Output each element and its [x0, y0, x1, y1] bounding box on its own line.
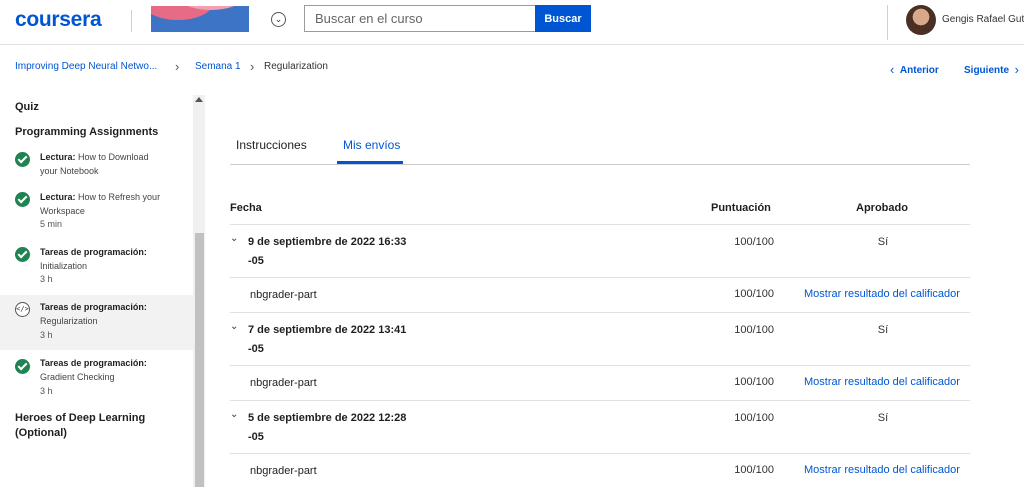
part-score: 100/100	[734, 464, 774, 476]
breadcrumb-current: Regularization	[264, 61, 328, 72]
table-divider	[230, 312, 970, 313]
sidebar-item-label: Lectura: How to Download your Notebook	[40, 152, 149, 176]
submission-score: 100/100	[734, 324, 774, 336]
submission-date[interactable]: 9 de septiembre de 2022 16:33 -05	[248, 233, 428, 271]
part-score: 100/100	[734, 288, 774, 300]
tab-instructions[interactable]: Instrucciones	[236, 138, 307, 152]
sidebar-scrollbar-thumb[interactable]	[195, 233, 204, 487]
sidebar-item-duration: 3 h	[40, 330, 53, 340]
column-header-passed: Aprobado	[856, 202, 908, 214]
part-name: nbgrader-part	[250, 289, 317, 301]
previous-label: Anterior	[899, 65, 939, 76]
check-circle-icon	[15, 247, 30, 262]
submission-score: 100/100	[734, 412, 774, 424]
part-name: nbgrader-part	[250, 377, 317, 389]
chevron-right-icon: ›	[250, 59, 255, 74]
chevron-right-icon: ›	[1014, 62, 1019, 77]
sidebar-item-duration: 5 min	[40, 219, 63, 229]
check-circle-icon	[15, 192, 30, 207]
check-circle-icon	[15, 152, 30, 167]
part-name: nbgrader-part	[250, 465, 317, 477]
chevron-down-icon[interactable]: ⌄	[271, 12, 286, 27]
sidebar-item-label: Tareas de programación: Regularization	[40, 302, 147, 326]
next-label: Siguiente	[964, 65, 1010, 76]
table-divider	[230, 453, 970, 454]
breadcrumb-course-link[interactable]: Improving Deep Neural Netwo...	[15, 61, 157, 72]
previous-item-link[interactable]: ‹ Anterior	[890, 61, 939, 77]
column-header-date: Fecha	[230, 202, 262, 214]
sidebar-item-label: Lectura: How to Refresh your Workspace	[40, 192, 161, 216]
sidebar-item-duration: 3 h	[40, 386, 53, 396]
check-circle-icon	[15, 359, 30, 374]
part-score: 100/100	[734, 376, 774, 388]
chevron-right-icon: ›	[175, 59, 180, 74]
top-header: coursera ⌄ Buscar Gengis Rafael Guti	[0, 0, 1024, 45]
sidebar-section-heroes[interactable]: Heroes of Deep Learning (Optional)	[15, 411, 145, 441]
sidebar-section-quiz[interactable]: Quiz	[15, 100, 39, 115]
show-grader-output-link[interactable]: Mostrar resultado del calificador	[804, 464, 960, 476]
chevron-down-icon[interactable]: ⌄	[230, 321, 238, 332]
submission-date[interactable]: 5 de septiembre de 2022 12:28 -05	[248, 409, 428, 447]
chevron-down-icon[interactable]: ⌄	[230, 233, 238, 244]
chevron-left-icon: ‹	[890, 62, 895, 77]
user-name[interactable]: Gengis Rafael Guti	[942, 14, 1024, 25]
show-grader-output-link[interactable]: Mostrar resultado del calificador	[804, 288, 960, 300]
logo-divider	[131, 10, 132, 32]
sidebar-item-label: Tareas de programación: Gradient Checking	[40, 358, 147, 382]
column-header-score: Puntuación	[711, 202, 771, 214]
submission-passed: Sí	[877, 324, 889, 336]
sidebar-item-refresh-workspace[interactable]: Lectura: How to Refresh your Workspace 5 …	[0, 187, 193, 239]
sidebar-item-regularization[interactable]: </> Tareas de programación: Regularizatio…	[0, 295, 193, 350]
submission-passed: Sí	[877, 236, 889, 248]
sidebar-section-programming[interactable]: Programming Assignments	[15, 125, 158, 140]
sidebar-item-initialization[interactable]: Tareas de programación: Initialization 3 …	[0, 241, 193, 293]
table-divider	[230, 400, 970, 401]
show-grader-output-link[interactable]: Mostrar resultado del calificador	[804, 376, 960, 388]
sidebar-item-download-notebook[interactable]: Lectura: How to Download your Notebook	[0, 147, 193, 187]
tab-my-submissions[interactable]: Mis envíos	[343, 138, 400, 152]
header-divider	[887, 5, 888, 40]
submission-passed: Sí	[877, 412, 889, 424]
next-item-link[interactable]: Siguiente ›	[964, 61, 1019, 77]
course-sidebar: Quiz Programming Assignments Lectura: Ho…	[0, 95, 205, 487]
coursera-logo[interactable]: coursera	[15, 8, 102, 32]
code-icon: </>	[15, 302, 30, 317]
table-divider	[230, 365, 970, 366]
submission-score: 100/100	[734, 236, 774, 248]
chevron-down-icon[interactable]: ⌄	[230, 409, 238, 420]
search-button[interactable]: Buscar	[535, 5, 591, 32]
table-divider	[230, 277, 970, 278]
tab-bar: Instrucciones Mis envíos	[230, 128, 970, 165]
table-divider	[230, 224, 970, 225]
breadcrumb-week-link[interactable]: Semana 1	[195, 61, 241, 72]
avatar[interactable]	[906, 5, 936, 35]
active-tab-indicator	[337, 161, 403, 164]
sidebar-item-duration: 3 h	[40, 274, 53, 284]
search-input[interactable]	[304, 5, 535, 32]
sidebar-item-gradient-checking[interactable]: Tareas de programación: Gradient Checking…	[0, 352, 193, 404]
course-brand-image[interactable]	[151, 6, 249, 32]
submission-date[interactable]: 7 de septiembre de 2022 13:41 -05	[248, 321, 428, 359]
scroll-up-arrow-icon[interactable]	[195, 97, 203, 102]
sidebar-item-label: Tareas de programación: Initialization	[40, 247, 147, 271]
